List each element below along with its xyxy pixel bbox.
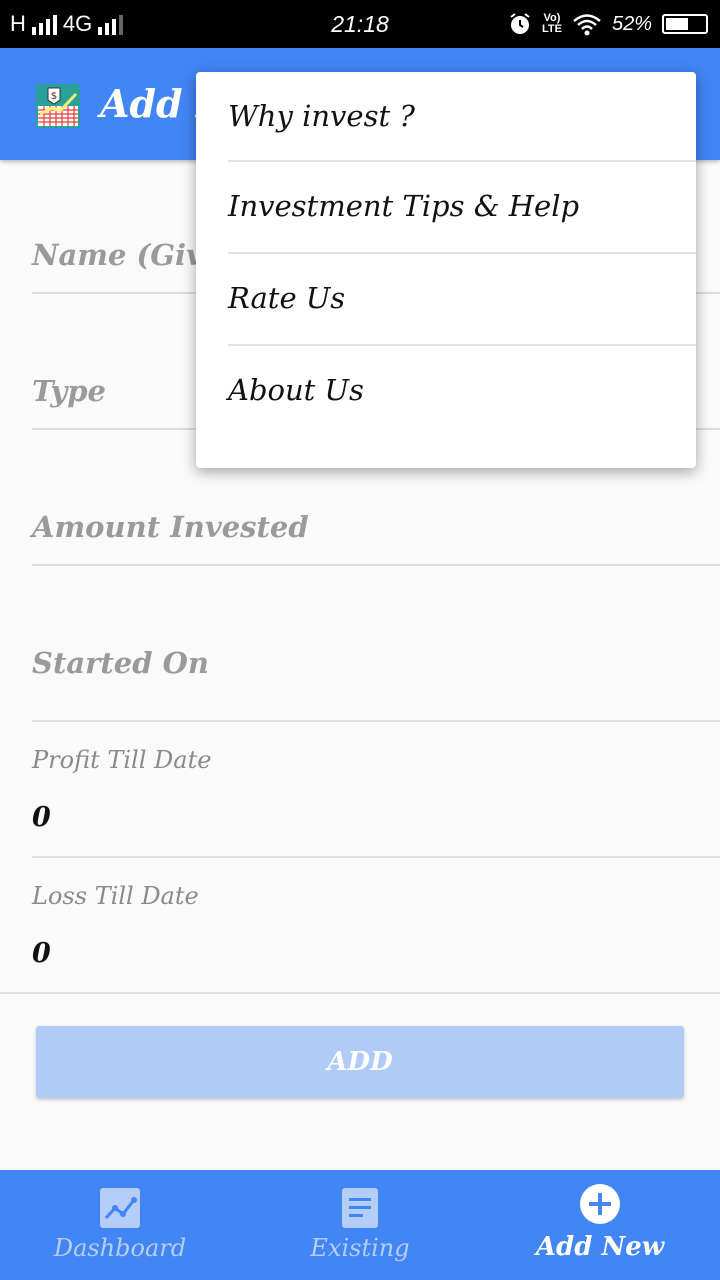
nav-dashboard-label: Dashboard: [53, 1234, 187, 1262]
loss-till-date-value: 0: [32, 938, 51, 969]
wifi-icon: [573, 14, 601, 36]
status-bar: H 4G 21:18 Vo) LTE 52%: [0, 0, 720, 48]
amount-invested-placeholder: Amount Invested: [32, 510, 309, 544]
document-icon: [342, 1188, 378, 1228]
nav-add-new[interactable]: Add New: [480, 1170, 720, 1280]
investment-chart-logo: $: [36, 84, 80, 128]
menu-item-investment-tips[interactable]: Investment Tips & Help: [228, 162, 696, 254]
add-button[interactable]: ADD: [36, 1026, 684, 1098]
overflow-menu: Why invest ? Investment Tips & Help Rate…: [196, 72, 696, 468]
menu-item-about-us[interactable]: About Us: [228, 346, 696, 438]
volte-bottom: LTE: [542, 23, 562, 35]
add-circle-icon: [580, 1184, 620, 1224]
profit-till-date-value: 0: [32, 802, 51, 833]
bottom-navigation: Dashboard Existing Add New: [0, 1170, 720, 1280]
menu-item-rate-us[interactable]: Rate Us: [228, 254, 696, 346]
loss-till-date-label: Loss Till Date: [32, 882, 199, 910]
started-on-field[interactable]: Started On: [32, 624, 720, 722]
form-divider: [0, 992, 720, 994]
profit-till-date-field[interactable]: Profit Till Date 0: [32, 722, 720, 858]
alarm-icon: [510, 13, 530, 34]
loss-till-date-field[interactable]: Loss Till Date 0: [32, 858, 720, 992]
chart-icon: [100, 1188, 140, 1228]
volte-icon: Vo) LTE: [542, 13, 562, 35]
started-on-placeholder: Started On: [32, 646, 209, 680]
nav-existing[interactable]: Existing: [240, 1170, 480, 1280]
battery-icon: [662, 14, 708, 34]
nav-add-new-label: Add New: [535, 1232, 665, 1262]
amount-invested-field[interactable]: Amount Invested: [32, 488, 720, 566]
battery-percent: 52%: [611, 12, 652, 35]
system-status: Vo) LTE 52%: [508, 0, 708, 48]
nav-dashboard[interactable]: Dashboard: [0, 1170, 240, 1280]
menu-item-why-invest[interactable]: Why invest ?: [228, 72, 696, 164]
type-placeholder: Type: [32, 374, 106, 408]
svg-text:$: $: [51, 91, 57, 102]
nav-existing-label: Existing: [310, 1234, 410, 1262]
profit-till-date-label: Profit Till Date: [32, 746, 212, 774]
